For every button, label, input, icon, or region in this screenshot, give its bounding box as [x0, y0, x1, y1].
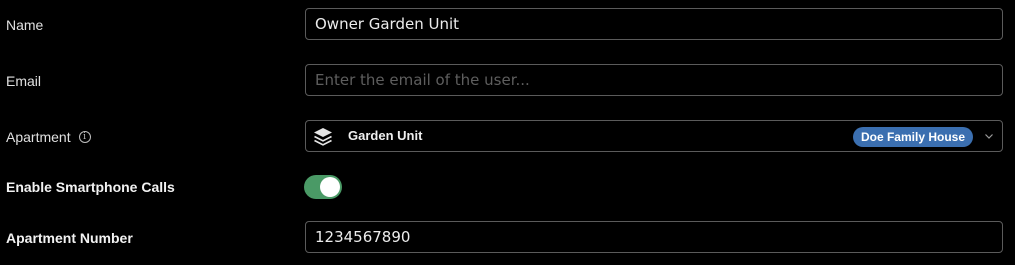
name-input[interactable] [306, 9, 1002, 39]
name-label-text: Name [6, 17, 44, 33]
name-label: Name [6, 16, 43, 34]
apartment-number-label-text: Apartment Number [6, 230, 133, 246]
apartment-label-text: Apartment [6, 129, 71, 145]
smartphone-calls-label: Enable Smartphone Calls [6, 178, 175, 196]
apartment-number-label: Apartment Number [6, 229, 133, 247]
building-badge: Doe Family House [852, 127, 973, 147]
apartment-number-field[interactable] [305, 221, 1003, 253]
email-label: Email [6, 72, 41, 90]
name-field[interactable] [305, 8, 1003, 40]
email-field[interactable] [305, 64, 1003, 96]
apartment-select[interactable]: Garden Unit Doe Family House [305, 120, 1003, 152]
toggle-knob [320, 177, 340, 197]
apartment-number-input[interactable] [306, 222, 1002, 252]
apartment-selected-value: Garden Unit [348, 128, 423, 143]
smartphone-calls-label-text: Enable Smartphone Calls [6, 179, 175, 195]
apartment-label: Apartment i [6, 128, 91, 146]
layers-icon [314, 128, 332, 146]
chevron-down-icon[interactable] [984, 131, 994, 141]
info-icon[interactable]: i [78, 131, 91, 143]
smartphone-calls-toggle[interactable] [304, 175, 342, 199]
email-input[interactable] [306, 65, 1002, 95]
email-label-text: Email [6, 73, 42, 89]
